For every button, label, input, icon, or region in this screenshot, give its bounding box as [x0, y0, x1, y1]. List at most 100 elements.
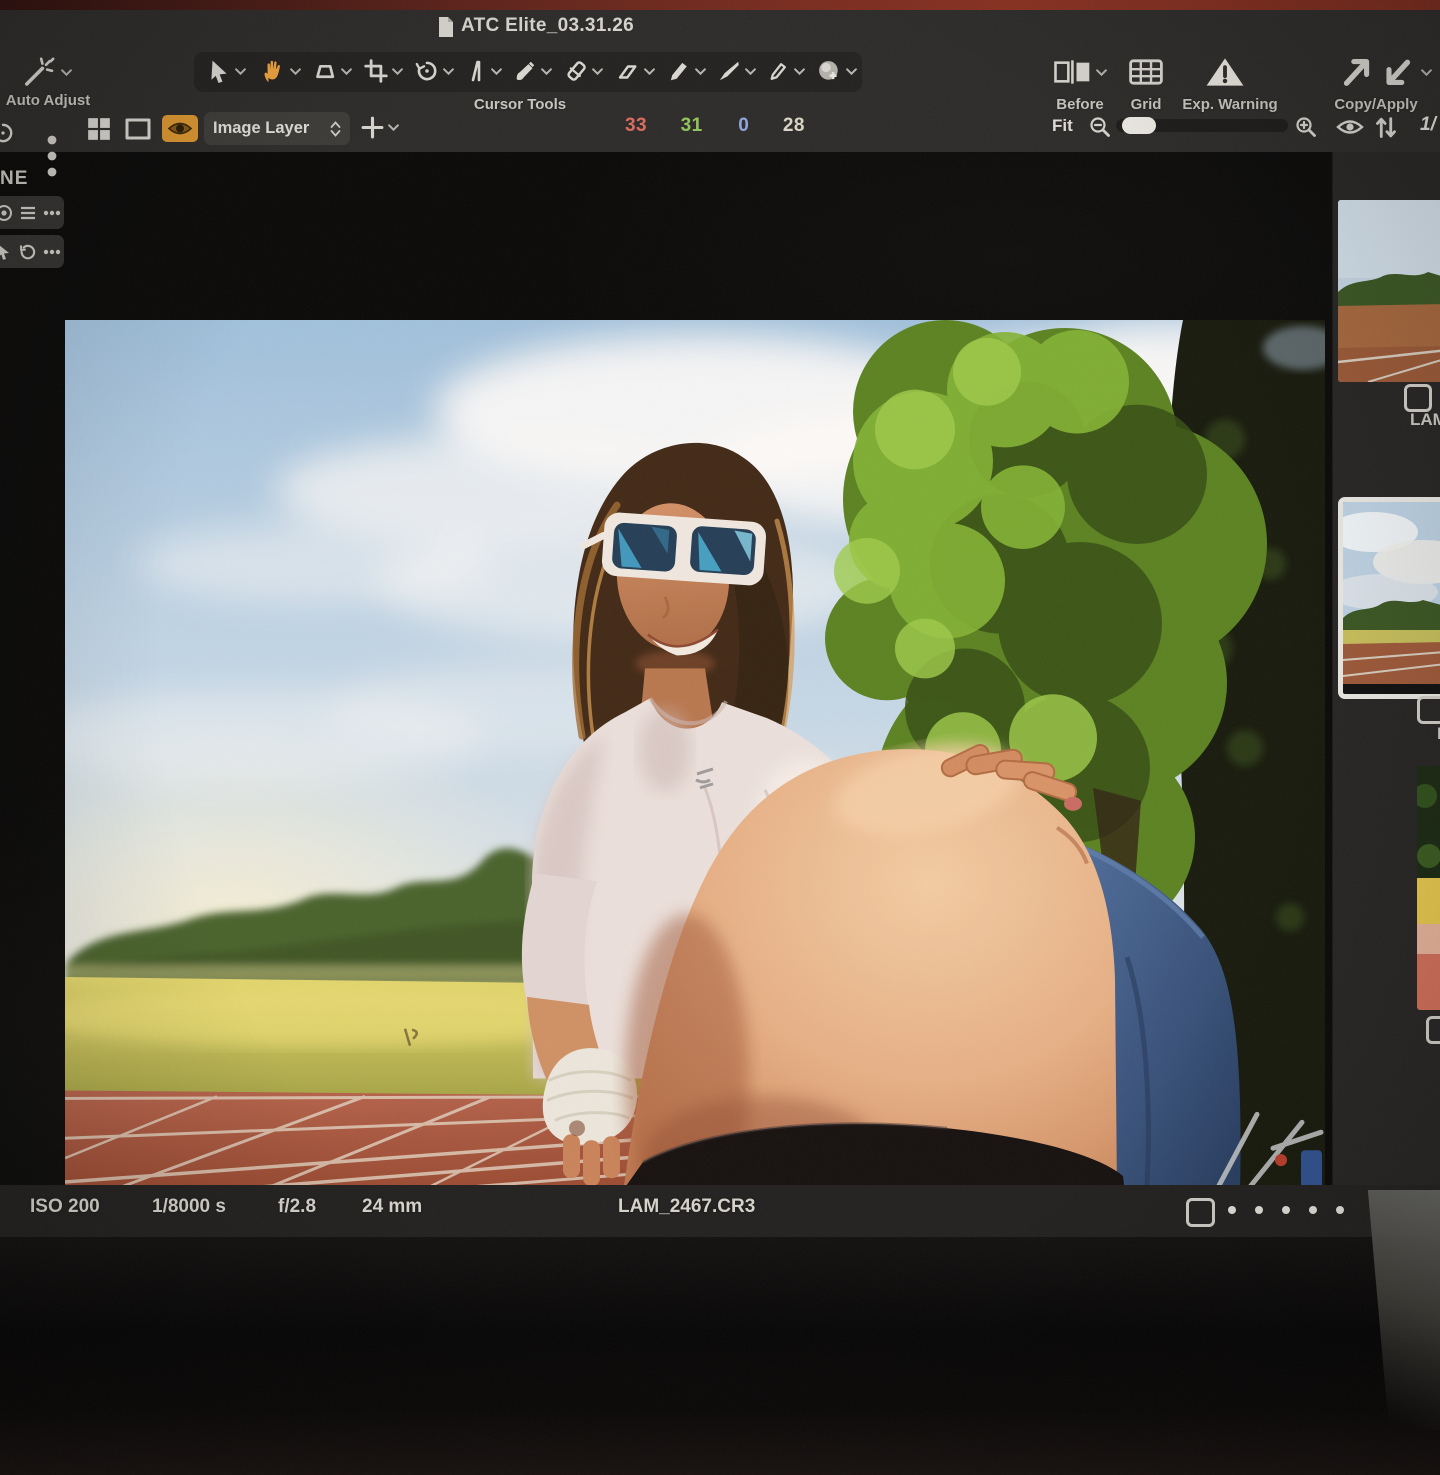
- add-layer-button[interactable]: [360, 115, 399, 140]
- magic-wand-icon: [22, 56, 58, 88]
- eraser-icon: [614, 59, 641, 83]
- screen-photo-frame: ATC Elite_03.31.26 Auto Adjust: [0, 0, 1440, 1475]
- chevron-down-icon: [388, 124, 399, 131]
- exif-focal-length: 24 mm: [362, 1196, 422, 1218]
- filename: LAM_2467.CR3: [618, 1196, 755, 1218]
- zoom-slider[interactable]: [1116, 119, 1288, 132]
- proof-eye-button[interactable]: [162, 115, 198, 142]
- zoom-slider-handle[interactable]: [1122, 117, 1156, 134]
- left-panel-partial-text: NE: [0, 168, 28, 190]
- eye-partial-icon: [0, 204, 13, 222]
- zoom-out-icon[interactable]: [1088, 115, 1112, 139]
- panel-stub-adjustments[interactable]: [0, 196, 64, 229]
- before-compare-icon: [1053, 58, 1093, 86]
- title-bar: ATC Elite_03.31.26: [0, 10, 1440, 46]
- chevron-down-icon: [235, 68, 246, 75]
- document-icon: [437, 16, 454, 38]
- menu-dots-icon[interactable]: [46, 134, 58, 180]
- color-tag-dot[interactable]: [1255, 1206, 1263, 1214]
- color-tag-dot[interactable]: [1309, 1206, 1317, 1214]
- auto-adjust-button[interactable]: [22, 56, 72, 88]
- crop-icon: [363, 58, 389, 84]
- chevron-down-icon: [491, 68, 502, 75]
- exif-iso: ISO 200: [30, 1196, 100, 1218]
- pen-icon: [666, 58, 692, 84]
- rgb-readout: 33 31 0 28: [625, 115, 805, 137]
- shape-tool-icon: [312, 59, 338, 84]
- eye-icon: [167, 120, 193, 137]
- thumbnail-2-selected[interactable]: [1338, 497, 1440, 699]
- chevron-down-icon: [290, 68, 301, 75]
- pick-checkbox[interactable]: [1186, 1198, 1215, 1227]
- chevron-down-icon: [443, 68, 454, 75]
- chevron-down-icon: [1096, 69, 1107, 76]
- zoom-in-icon[interactable]: [1294, 115, 1318, 139]
- ellipsis-icon: [43, 249, 61, 255]
- rectangle-icon[interactable]: [124, 117, 152, 141]
- copy-apply-button[interactable]: [1336, 56, 1432, 88]
- thumbnail-1-checkbox[interactable]: [1404, 384, 1432, 412]
- rotate-icon: [414, 58, 440, 84]
- grid-4-icon[interactable]: [85, 116, 113, 142]
- thumbnail-3-image: [1417, 766, 1440, 1010]
- cursor-partial-icon: [0, 244, 11, 260]
- chevron-down-icon: [392, 68, 403, 75]
- thumbnail-3[interactable]: [1417, 766, 1440, 1010]
- pen-outline-tool-button[interactable]: [766, 58, 805, 84]
- pan-tool-button[interactable]: [260, 57, 301, 85]
- color-tag-dot[interactable]: [1228, 1206, 1236, 1214]
- rotate-tool-button[interactable]: [414, 58, 454, 84]
- thumbnail-3-checkbox[interactable]: [1426, 1016, 1440, 1044]
- screen-bezel: [0, 1237, 1440, 1475]
- plus-icon: [360, 115, 385, 140]
- chevron-down-icon: [592, 68, 603, 75]
- panel-stub-history[interactable]: [0, 235, 64, 268]
- exposure-warning-button[interactable]: [1203, 56, 1247, 88]
- select-tool-button[interactable]: [206, 58, 246, 85]
- erase-band-tool-button[interactable]: [563, 58, 603, 84]
- brush-icon: [512, 58, 538, 84]
- thumbnail-2-checkbox[interactable]: [1417, 696, 1440, 724]
- exif-shutter: 1/8000 s: [152, 1196, 226, 1218]
- browser-sidebar: LAM L: [1332, 152, 1440, 1195]
- fit-label[interactable]: Fit: [1052, 116, 1073, 136]
- readout-lum: 28: [783, 115, 805, 136]
- thumbnail-1-image: [1338, 200, 1440, 382]
- rotate-partial-icon[interactable]: [0, 120, 16, 146]
- thumbnail-1[interactable]: [1338, 200, 1440, 382]
- main-toolbar: Auto Adjust: [0, 44, 1440, 106]
- color-tag-dot[interactable]: [1336, 1206, 1344, 1214]
- thumbnail-1-label: LAM: [1410, 410, 1440, 430]
- sort-updown-icon[interactable]: [1374, 114, 1398, 140]
- chevron-down-icon: [745, 68, 756, 75]
- chevron-down-icon: [644, 68, 655, 75]
- status-bar: ISO 200 1/8000 s f/2.8 24 mm LAM_2467.CR…: [0, 1185, 1440, 1237]
- color-tag-dot[interactable]: [1282, 1206, 1290, 1214]
- eraser-tool-button[interactable]: [614, 59, 655, 83]
- straighten-icon: [464, 58, 488, 84]
- color-tag-dots: [1228, 1206, 1344, 1214]
- before-toggle-button[interactable]: [1053, 58, 1107, 86]
- chevron-down-icon: [846, 68, 857, 75]
- fill-arrow-tool-button[interactable]: [716, 58, 756, 84]
- erase-band-icon: [563, 58, 589, 84]
- shape-tool-button[interactable]: [312, 59, 352, 84]
- zoom-partial-label: 1/: [1420, 114, 1436, 136]
- layer-selector[interactable]: Image Layer: [204, 112, 350, 145]
- crop-tool-button[interactable]: [363, 58, 403, 84]
- exif-aperture: f/2.8: [278, 1196, 316, 1218]
- thumbnail-2-image: [1343, 502, 1440, 684]
- chevron-down-icon: [794, 68, 805, 75]
- photo-viewer-image: [65, 320, 1325, 1193]
- brush-tool-button[interactable]: [512, 58, 552, 84]
- sphere-plus-tool-button[interactable]: [815, 57, 857, 85]
- eye-outline-icon[interactable]: [1336, 118, 1364, 136]
- straighten-tool-button[interactable]: [464, 58, 502, 84]
- viewer-canvas[interactable]: NE: [0, 152, 1440, 1195]
- readout-green: 31: [681, 115, 703, 136]
- chevron-down-icon: [541, 68, 552, 75]
- pen-tool-button[interactable]: [666, 58, 706, 84]
- pan-hand-icon: [260, 57, 287, 85]
- pen-outline-icon: [766, 58, 791, 84]
- grid-toggle-button[interactable]: [1127, 58, 1165, 86]
